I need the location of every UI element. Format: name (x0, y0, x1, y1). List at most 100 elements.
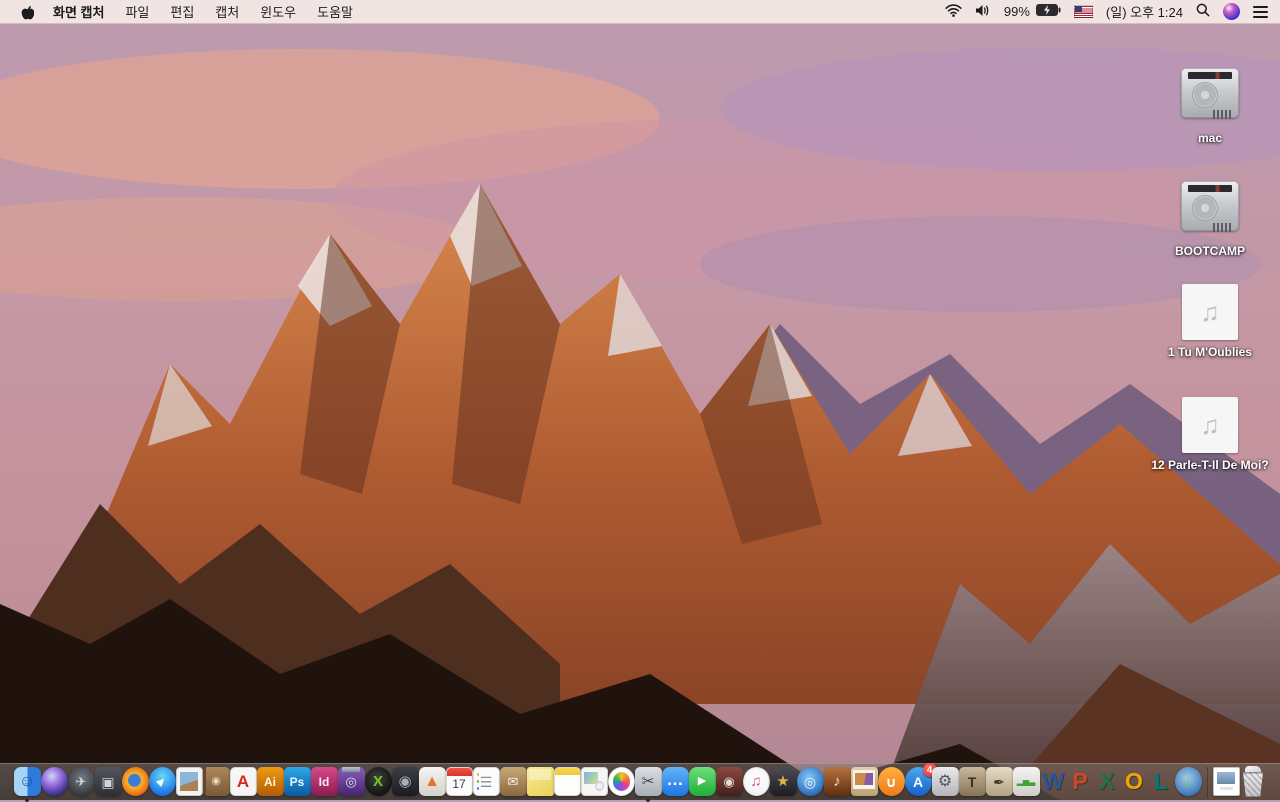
toast-titanium-detail-0 (341, 767, 361, 773)
volume-icon[interactable] (975, 4, 991, 20)
dock-item-trash-full[interactable] (1240, 765, 1267, 800)
dock-item-system-preferences[interactable]: ⚙ (931, 767, 959, 800)
dock-item-ms-lync[interactable]: L (1148, 767, 1175, 800)
pages-glyph: ✒ (993, 773, 1005, 790)
dock-item-finder[interactable]: ☺ (13, 767, 41, 802)
dock-item-indesign[interactable]: Id (310, 767, 338, 800)
ibooks-glyph: ∪ (885, 773, 897, 790)
dock-item-photoshop[interactable]: Ps (283, 767, 311, 800)
dock-item-toast-titanium[interactable]: ◎ (337, 767, 365, 800)
desktop-icon-mac-drive[interactable]: mac (1148, 64, 1272, 146)
sierra-mountain-wallpaper (0, 24, 1280, 800)
the-unarchiver-icon: ✉ (499, 767, 527, 796)
imovie-glyph: ★ (776, 773, 790, 790)
dock-item-photos[interactable] (607, 767, 635, 800)
dock-item-garageband[interactable]: ♪ (823, 767, 851, 800)
dock-item-dock-separator (1202, 767, 1213, 800)
download-manager-icon: ↓ (1174, 767, 1202, 796)
stickies-icon (526, 767, 554, 796)
dock-item-siri[interactable] (40, 767, 68, 800)
music-note-glyph: ♫ (1200, 296, 1220, 327)
dvd-ripper-glyph: ◎ (803, 773, 817, 790)
spotlight-search-icon[interactable] (1196, 3, 1210, 20)
document-file-detail-0 (1217, 772, 1235, 785)
dock-item-keynote[interactable]: T (958, 767, 986, 800)
menu-item-2[interactable]: 캡처 (215, 2, 239, 21)
dock-item-grab-screen-capture[interactable]: ✂ (634, 767, 662, 802)
system-preferences-icon: ⚙ (931, 767, 959, 796)
menu-app-name[interactable]: 화면 캡처 (53, 2, 104, 21)
desktop-icon-label: BOOTCAMP (1175, 244, 1245, 258)
dock-item-iweb[interactable] (580, 767, 608, 800)
messages-glyph: … (666, 770, 684, 789)
dock-item-ms-excel[interactable]: X (1094, 767, 1121, 800)
menu-item-4[interactable]: 도움말 (317, 2, 353, 21)
the-unarchiver-glyph: ✉ (507, 774, 519, 789)
garageband-glyph: ♪ (833, 773, 841, 790)
battery-charging-icon[interactable] (1035, 4, 1061, 19)
facetime-icon: ▶ (688, 767, 716, 796)
dock-item-messages[interactable]: … (661, 767, 689, 800)
dock-item-safari[interactable]: ▶ (148, 767, 176, 800)
dock-item-acrobat-reader[interactable]: A (229, 767, 257, 800)
reminders-icon: ☰ (472, 767, 500, 796)
disk-tool-glyph: ◉ (398, 773, 412, 790)
dock-item-notes[interactable] (553, 767, 581, 800)
dock-item-app-store[interactable]: A4 (904, 763, 937, 800)
desktop-icon-bootcamp-drive[interactable]: BOOTCAMP (1148, 177, 1272, 259)
dock-item-stickies[interactable] (526, 767, 554, 800)
reminders-detail-2 (476, 786, 479, 790)
wifi-icon[interactable] (945, 3, 962, 20)
dock-item-firefox[interactable] (121, 767, 149, 800)
photo-booth-glyph: ◉ (723, 774, 735, 789)
calendar-icon: 17 (445, 767, 473, 796)
dock-item-the-unarchiver[interactable]: ✉ (499, 767, 527, 800)
trash-full-icon (1240, 765, 1267, 797)
dock-item-ms-powerpoint[interactable]: P (1067, 767, 1094, 800)
ms-powerpoint-icon: P (1067, 767, 1094, 796)
dock-item-launchpad[interactable]: ✈ (67, 767, 95, 800)
dock-item-ms-word[interactable]: W (1040, 767, 1067, 800)
notification-center-icon[interactable] (1253, 5, 1268, 18)
indesign-glyph: Id (318, 774, 330, 789)
launchpad-icon: ✈ (67, 767, 95, 796)
dock-item-calendar[interactable]: 17 (445, 767, 473, 800)
dock-item-facetime[interactable]: ▶ (688, 767, 716, 800)
dock-item-preview[interactable] (175, 767, 203, 800)
dock-item-download-manager[interactable]: ↓ (1174, 767, 1202, 800)
dock-item-imovie[interactable]: ★ (769, 767, 797, 800)
dock-item-illustrator[interactable]: Ai (256, 767, 284, 800)
dock-item-pages[interactable]: ✒ (985, 767, 1013, 800)
dock-item-disk-tool[interactable]: ◉ (391, 767, 419, 800)
desktop-icon-audio-file-2[interactable]: ♫ 12 Parle-T-Il De Moi? (1148, 397, 1272, 473)
disk-tool-icon: ◉ (391, 767, 419, 796)
firefox-icon (121, 767, 149, 796)
launchpad-glyph: ✈ (75, 774, 87, 789)
dock-item-xbmc[interactable]: X (364, 767, 392, 800)
dock-item-numbers[interactable]: ▂▅▃ (1012, 767, 1040, 800)
dock-item-contacts[interactable]: ◉ (202, 767, 230, 800)
menu-item-0[interactable]: 파일 (125, 2, 149, 21)
wallpaper-art (0, 24, 1280, 800)
notes-icon (553, 767, 581, 796)
dock-item-mission-control[interactable]: ▣ (94, 767, 122, 800)
siri-icon[interactable] (1223, 3, 1240, 20)
dock-item-photo-booth[interactable]: ◉ (715, 767, 743, 800)
dock-item-document-file[interactable] (1212, 767, 1240, 800)
apple-menu-icon[interactable] (20, 3, 35, 20)
menu-clock[interactable]: (일) 오후 1:24 (1106, 2, 1183, 21)
dock-item-reminders[interactable]: ☰ (472, 767, 500, 800)
dock-item-itunes[interactable]: ♫ (742, 767, 770, 800)
menu-item-3[interactable]: 윈도우 (260, 2, 296, 21)
dock-item-photo-collage[interactable] (850, 767, 878, 800)
notes-detail-0 (554, 768, 580, 776)
safari-glyph: ▶ (155, 774, 169, 788)
dock-item-vlc[interactable]: ▲ (418, 767, 446, 800)
dock-item-ms-outlook[interactable]: O (1121, 767, 1148, 800)
menu-item-1[interactable]: 편집 (170, 2, 194, 21)
desktop-icon-audio-file-1[interactable]: ♫ 1 Tu M'Oublies (1148, 284, 1272, 360)
keynote-glyph: T (967, 773, 977, 790)
dock-item-ibooks[interactable]: ∪ (877, 767, 905, 800)
dock-item-dvd-ripper[interactable]: ◎ (796, 767, 824, 800)
input-source-us-flag[interactable] (1073, 5, 1093, 18)
